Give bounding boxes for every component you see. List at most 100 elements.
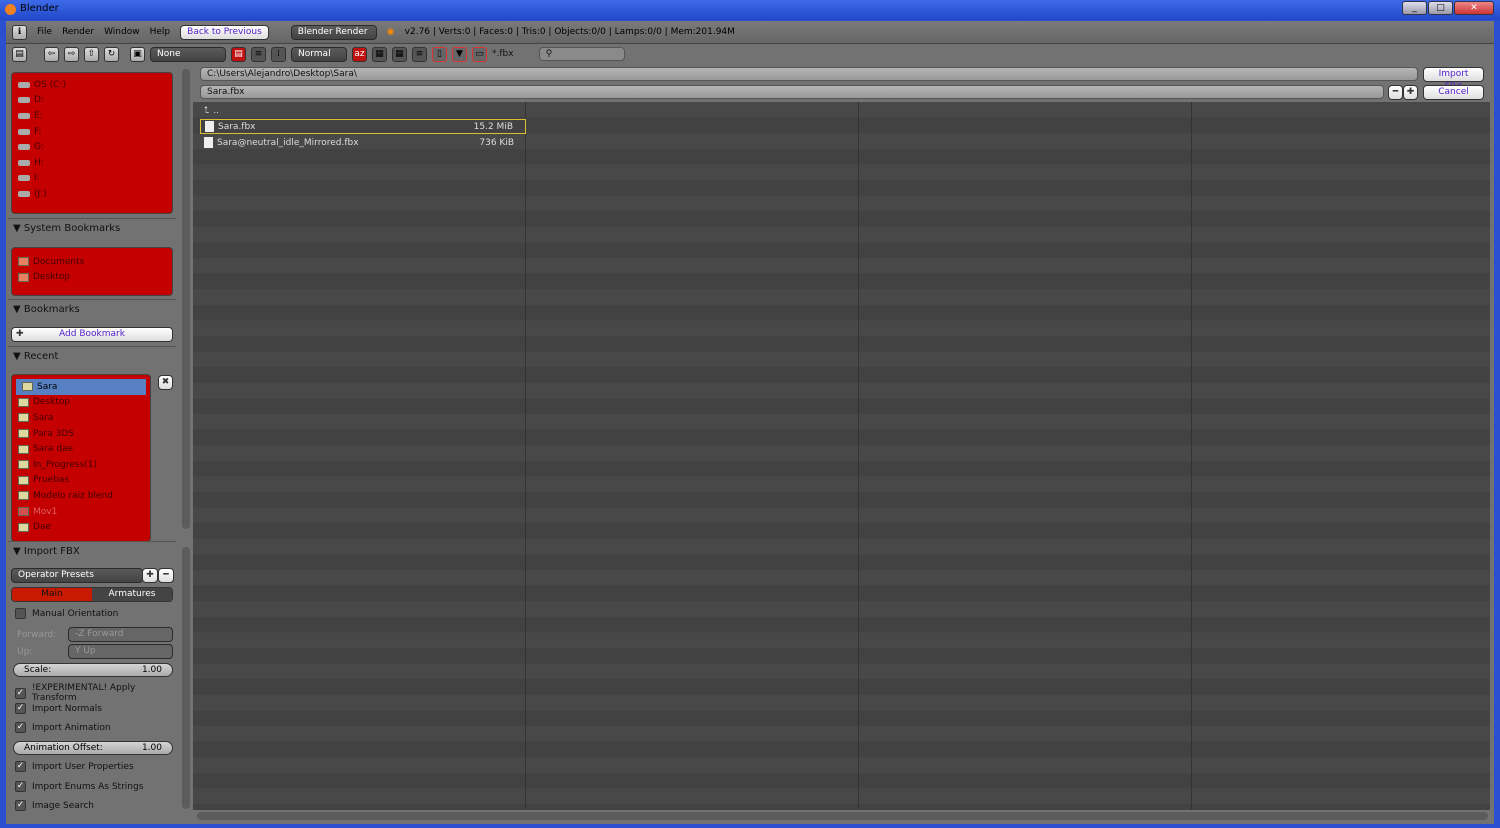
- thumbnails-icon[interactable]: ⁞: [271, 46, 286, 62]
- drive-item[interactable]: G:: [12, 139, 172, 155]
- drive-icon: [18, 128, 30, 135]
- import-fbx-button[interactable]: Import FBX: [1423, 67, 1484, 92]
- folder-icon: [18, 272, 29, 282]
- menu-window[interactable]: Window: [104, 27, 140, 37]
- info-header: ℹ File Render Window Help Back to Previo…: [6, 21, 1494, 44]
- increment-filename-button[interactable]: ✚: [1403, 85, 1418, 100]
- minimize-button[interactable]: _: [1402, 1, 1427, 15]
- stats-text: v2.76 | Verts:0 | Faces:0 | Tris:0 | Obj…: [404, 27, 735, 37]
- add-preset-button[interactable]: ✚: [142, 568, 158, 583]
- recent-header[interactable]: ▼ Recent: [8, 346, 176, 366]
- back-icon[interactable]: ⇦: [44, 46, 59, 62]
- editor-type-icon[interactable]: ℹ: [12, 24, 27, 40]
- bookmark-item[interactable]: Documents: [12, 254, 172, 270]
- sidebar-scrollbar[interactable]: [182, 69, 190, 529]
- hidden-files-icon[interactable]: ▯: [432, 46, 447, 62]
- folder-icon: [18, 460, 29, 470]
- operator-presets-select[interactable]: Operator Presets: [11, 568, 143, 583]
- clear-recent-icon[interactable]: ✖: [158, 375, 173, 390]
- drive-item[interactable]: (J:): [12, 186, 172, 202]
- file-list: ⮤.. Sara.fbx 15.2 MiB Sara@neutral_idle_M…: [193, 102, 1490, 810]
- import-enums-checkbox[interactable]: ✓ Import Enums As Strings: [15, 781, 143, 792]
- cancel-button[interactable]: Cancel: [1423, 85, 1484, 100]
- system-bookmarks-header[interactable]: ▼ System Bookmarks: [8, 218, 176, 238]
- drive-item[interactable]: F:: [12, 124, 172, 140]
- filter-icon[interactable]: ▼: [452, 46, 467, 62]
- decrement-filename-button[interactable]: ━: [1388, 85, 1403, 100]
- sort-size-icon[interactable]: ≡: [412, 46, 427, 62]
- file-row[interactable]: Sara.fbx 15.2 MiB: [200, 119, 526, 134]
- remove-preset-button[interactable]: ━: [158, 568, 174, 583]
- maximize-button[interactable]: □: [1428, 1, 1453, 15]
- import-fbx-header[interactable]: ▼ Import FBX: [8, 541, 176, 561]
- forward-select[interactable]: -Z Forward: [68, 627, 173, 642]
- short-list-icon[interactable]: ▤: [231, 46, 246, 62]
- drive-icon: [18, 112, 30, 119]
- recent-item[interactable]: In_Progress(1): [12, 457, 150, 473]
- recent-item[interactable]: Modelo raiz blend: [12, 488, 150, 504]
- import-user-properties-checkbox[interactable]: ✓ Import User Properties: [15, 761, 134, 772]
- bookmarks-header[interactable]: ▼ Bookmarks: [8, 299, 176, 319]
- render-engine-select[interactable]: Blender Render: [290, 24, 377, 40]
- folder-icon: [18, 475, 29, 485]
- drive-item[interactable]: H:: [12, 155, 172, 171]
- drive-item[interactable]: D:: [12, 93, 172, 109]
- bookmark-item[interactable]: Desktop: [12, 270, 172, 286]
- sort-alpha-icon[interactable]: az: [352, 46, 367, 62]
- filename-input[interactable]: Sara.fbx: [200, 85, 1384, 99]
- file-browser-header: ▤ ⇦ ⇨ ⇧ ↻ ▣ None ▤ ≡ ⁞ Normal az ▦ ▦ ≡ ▯…: [6, 44, 1494, 64]
- forward-label: Forward:: [17, 630, 57, 640]
- drive-icon: [18, 190, 30, 197]
- import-animation-checkbox[interactable]: ✓ Import Animation: [15, 722, 111, 733]
- recursion-select[interactable]: None: [150, 46, 226, 62]
- recent-item[interactable]: Para 3DS: [12, 426, 150, 442]
- drive-icon: [18, 144, 30, 151]
- drive-item[interactable]: OS (C:): [12, 77, 172, 93]
- file-list-scrollbar[interactable]: [197, 812, 1488, 820]
- up-select[interactable]: Y Up: [68, 644, 173, 659]
- recent-item[interactable]: Sara dae: [12, 441, 150, 457]
- menu-render[interactable]: Render: [62, 27, 94, 37]
- apply-transform-checkbox[interactable]: ✓ !EXPERIMENTAL! Apply Transform: [15, 683, 180, 703]
- tab-main[interactable]: Main: [12, 588, 92, 601]
- menu-help[interactable]: Help: [150, 27, 171, 37]
- tab-armatures[interactable]: Armatures: [92, 588, 172, 601]
- blender-icon: ◉: [386, 27, 395, 37]
- file-row[interactable]: Sara@neutral_idle_Mirrored.fbx 736 KiB: [200, 135, 526, 150]
- add-bookmark-button[interactable]: ✚ Add Bookmark: [11, 327, 173, 342]
- scale-field[interactable]: Scale: 1.00: [13, 663, 173, 677]
- menu-file[interactable]: File: [37, 27, 52, 37]
- recent-item[interactable]: Sara: [12, 410, 150, 426]
- folder-filter-icon[interactable]: ▭: [472, 46, 487, 62]
- parent-dir-icon[interactable]: ⇧: [84, 46, 99, 62]
- directory-path-input[interactable]: C:\Users\Alejandro\Desktop\Sara\: [200, 67, 1418, 81]
- folder-icon: [18, 413, 29, 423]
- drive-item[interactable]: I:: [12, 171, 172, 187]
- manual-orientation-checkbox[interactable]: Manual Orientation: [15, 608, 118, 619]
- parent-directory-row[interactable]: ⮤..: [200, 103, 526, 118]
- drive-item[interactable]: E:: [12, 108, 172, 124]
- sort-ext-icon[interactable]: ▦: [372, 46, 387, 62]
- display-size-select[interactable]: Normal: [291, 46, 347, 62]
- back-to-previous-button[interactable]: Back to Previous: [180, 24, 269, 40]
- system-bookmarks-list: Documents Desktop: [11, 247, 173, 296]
- long-list-icon[interactable]: ≡: [251, 46, 266, 62]
- new-folder-icon[interactable]: ▣: [130, 46, 145, 62]
- recent-item[interactable]: Mov1: [12, 504, 150, 520]
- folder-icon: [18, 507, 29, 517]
- editor-type-icon[interactable]: ▤: [12, 46, 27, 62]
- recent-item[interactable]: Sara: [16, 379, 146, 395]
- forward-icon[interactable]: ⇨: [64, 46, 79, 62]
- plus-icon: ✚: [16, 329, 24, 339]
- recent-item[interactable]: Dae: [12, 519, 150, 535]
- import-normals-checkbox[interactable]: ✓ Import Normals: [15, 703, 102, 714]
- refresh-icon[interactable]: ↻: [104, 46, 119, 62]
- search-input[interactable]: ⚲: [538, 47, 625, 61]
- recent-item[interactable]: Pruebas: [12, 473, 150, 489]
- recent-item[interactable]: Desktop: [12, 395, 150, 411]
- image-search-checkbox[interactable]: ✓ Image Search: [15, 800, 94, 811]
- import-scrollbar[interactable]: [182, 547, 190, 809]
- animation-offset-field[interactable]: Animation Offset: 1.00: [13, 741, 173, 755]
- sort-time-icon[interactable]: ▦: [392, 46, 407, 62]
- close-button[interactable]: ✕: [1454, 1, 1494, 15]
